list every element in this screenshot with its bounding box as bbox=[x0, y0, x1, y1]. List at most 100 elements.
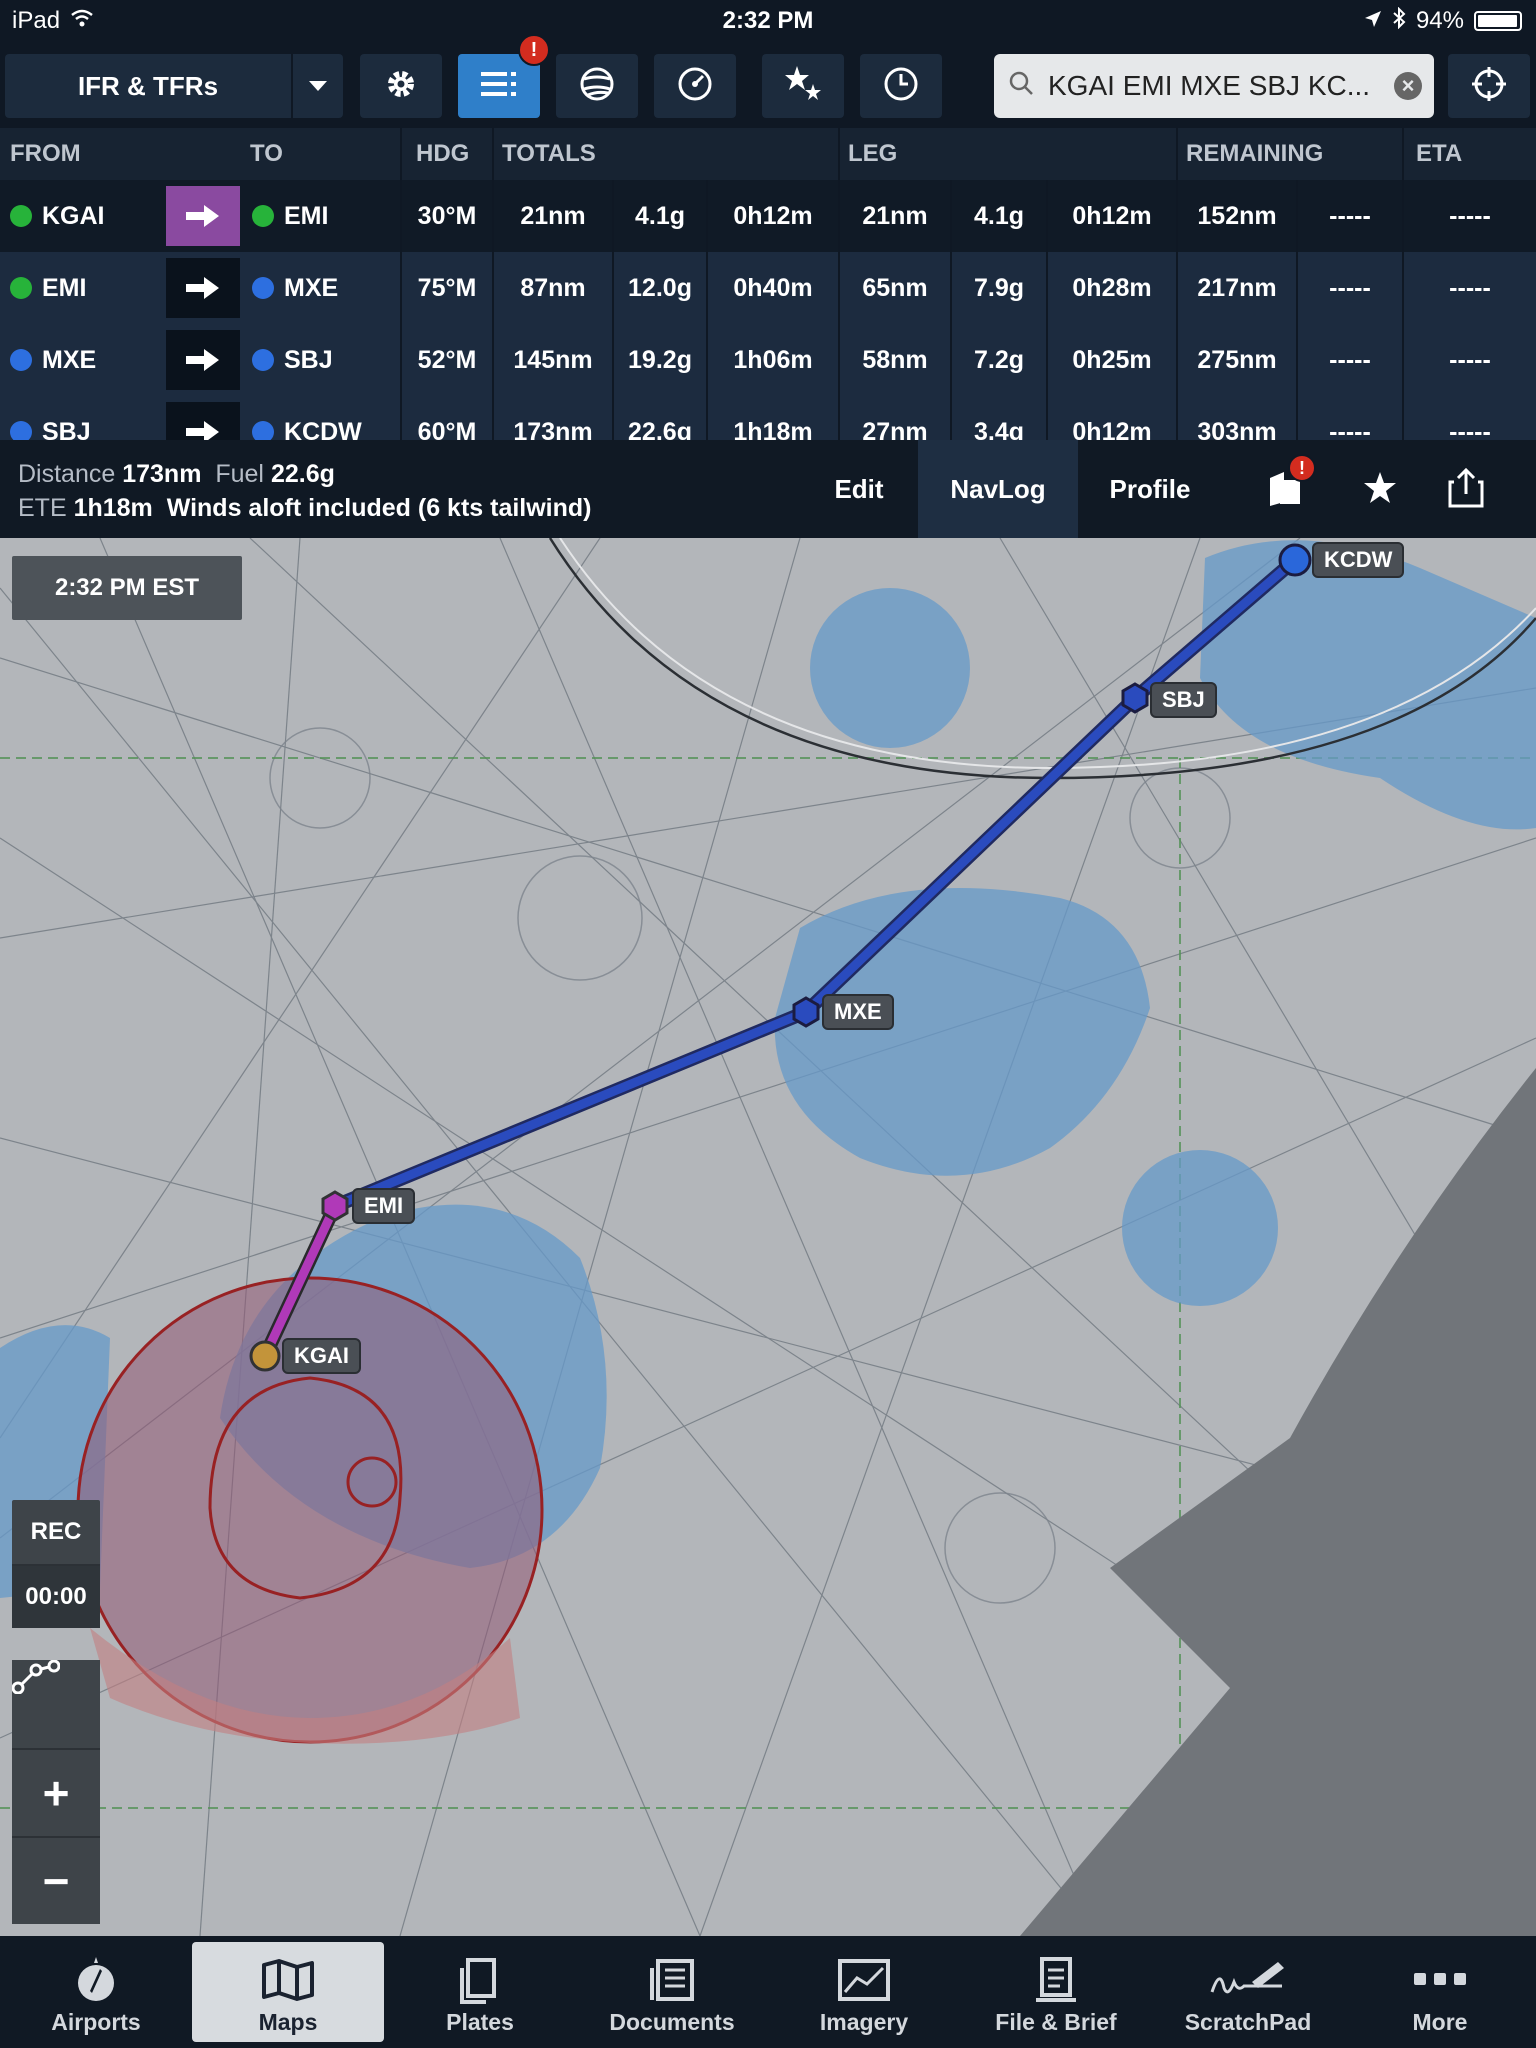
waypoint-status-dot bbox=[252, 349, 274, 371]
arrow-right-icon[interactable] bbox=[166, 186, 240, 246]
leg-to: KCDW bbox=[252, 396, 398, 440]
remaining-fuel: ----- bbox=[1329, 201, 1371, 230]
tab-file-brief-label: File & Brief bbox=[995, 2009, 1117, 2035]
leg-from: KGAI bbox=[10, 180, 160, 252]
total-distance: 145nm bbox=[513, 345, 593, 374]
file-brief-icon bbox=[1032, 1953, 1080, 2007]
tab-more[interactable]: More bbox=[1344, 1942, 1536, 2042]
arrow-right-icon[interactable] bbox=[166, 258, 240, 318]
favorite-route-button[interactable] bbox=[1350, 460, 1410, 520]
navlog-row[interactable]: EMI MXE 75°M 87nm 12.0g 0h40m 65nm 7.9g … bbox=[0, 252, 1536, 324]
route-edit-button[interactable] bbox=[12, 1660, 100, 1748]
crosshair-icon bbox=[1470, 65, 1508, 108]
leg-from: MXE bbox=[10, 324, 160, 396]
leg-distance: 65nm bbox=[862, 273, 928, 302]
stars-icon bbox=[783, 64, 823, 109]
tab-plates[interactable]: Plates bbox=[384, 1942, 576, 2042]
total-fuel: 12.0g bbox=[628, 273, 692, 302]
zoom-in-button[interactable]: + bbox=[12, 1748, 100, 1836]
share-button[interactable] bbox=[1436, 460, 1496, 520]
tab-imagery[interactable]: Imagery bbox=[768, 1942, 960, 2042]
leg-fuel: 7.9g bbox=[973, 273, 1025, 302]
waypoint-kcdw-label[interactable]: KCDW bbox=[1312, 542, 1405, 578]
total-fuel: 19.2g bbox=[628, 345, 692, 374]
tab-airports-label: Airports bbox=[51, 2009, 141, 2035]
tab-file-brief[interactable]: File & Brief bbox=[960, 1942, 1152, 2042]
status-time: 2:32 PM bbox=[722, 7, 814, 34]
tab-scratchpad[interactable]: ScratchPad bbox=[1152, 1942, 1344, 2042]
globe-icon bbox=[578, 65, 616, 108]
leg-from: EMI bbox=[10, 252, 160, 324]
waypoint-status-dot bbox=[10, 349, 32, 371]
map-controls: + − bbox=[12, 1660, 100, 1924]
navlog-row[interactable]: SBJ KCDW 60°M 173nm 22.6g 1h18m 27nm 3.4… bbox=[0, 396, 1536, 440]
total-distance: 87nm bbox=[520, 273, 586, 302]
map-layer-label: IFR & TFRs bbox=[77, 70, 219, 101]
waypoint-kgai-label[interactable]: KGAI bbox=[282, 1338, 361, 1374]
sectional-map[interactable]: KGAI EMI MXE SBJ KCDW 2:32 PM EST REC 00… bbox=[0, 538, 1536, 1936]
route-summary-bar: Distance 173nm Fuel 22.6g ETE 1h18m Wind… bbox=[0, 440, 1536, 538]
flight-plan-button[interactable]: ! bbox=[458, 34, 550, 118]
tab-documents[interactable]: Documents bbox=[576, 1942, 768, 2042]
total-time: 0h40m bbox=[733, 273, 813, 302]
total-time: 0h12m bbox=[733, 201, 813, 230]
battery-percent: 94% bbox=[1415, 7, 1464, 34]
tab-scratchpad-label: ScratchPad bbox=[1184, 2009, 1312, 2035]
eta-value: ----- bbox=[1449, 345, 1491, 374]
location-arrow-icon bbox=[1364, 7, 1382, 35]
navlog-row[interactable]: MXE SBJ 52°M 145nm 19.2g 1h06m 58nm 7.2g… bbox=[0, 324, 1536, 396]
center-location-button[interactable] bbox=[1448, 54, 1530, 118]
fuel-label: Fuel bbox=[215, 460, 264, 488]
instruments-button[interactable] bbox=[654, 54, 736, 118]
edit-button[interactable]: Edit bbox=[812, 440, 906, 538]
route-summary-line1: Distance 173nm Fuel 22.6g bbox=[18, 460, 335, 489]
tab-airports[interactable]: Airports bbox=[0, 1942, 192, 2042]
waypoint-mxe-label[interactable]: MXE bbox=[822, 994, 894, 1030]
waypoint-emi-label[interactable]: EMI bbox=[352, 1188, 416, 1224]
favorites-button[interactable] bbox=[762, 54, 844, 118]
tab-maps[interactable]: Maps bbox=[192, 1942, 384, 2042]
arrow-right-icon[interactable] bbox=[166, 402, 240, 440]
waypoint-status-dot bbox=[10, 421, 32, 440]
waypoint-status-dot bbox=[252, 277, 274, 299]
waypoint-status-dot bbox=[252, 205, 274, 227]
notification-badge: ! bbox=[518, 34, 550, 66]
tab-navlog[interactable]: NavLog bbox=[918, 440, 1078, 538]
map-canvas[interactable] bbox=[0, 538, 1536, 1936]
tab-imagery-label: Imagery bbox=[819, 2009, 909, 2035]
navlog-row[interactable]: KGAI EMI 30°M 21nm 4.1g 0h12m 21nm 4.1g … bbox=[0, 180, 1536, 252]
fuel-value: 22.6g bbox=[270, 460, 335, 488]
arrow-right-icon[interactable] bbox=[166, 330, 240, 390]
clock-icon bbox=[882, 65, 920, 108]
total-distance: 173nm bbox=[513, 417, 593, 441]
gauge-icon bbox=[676, 65, 714, 108]
settings-button[interactable] bbox=[360, 54, 442, 118]
tab-plates-label: Plates bbox=[446, 2009, 514, 2035]
bottom-tab-bar: Airports Maps Plates Documents Imagery F… bbox=[0, 1936, 1536, 2048]
route-search-input[interactable]: KGAI EMI MXE SBJ KC... × bbox=[994, 54, 1434, 118]
navlog-table: FROM TO HDG TOTALS LEG REMAINING ETA KGA… bbox=[0, 128, 1536, 440]
waypoint-status-dot bbox=[10, 205, 32, 227]
imagery-icon bbox=[837, 1953, 891, 2007]
zoom-out-button[interactable]: − bbox=[12, 1836, 100, 1924]
map-layer-selector[interactable]: IFR & TFRs bbox=[5, 54, 343, 118]
procedures-button[interactable]: ! bbox=[1256, 454, 1316, 520]
timer-button[interactable] bbox=[860, 54, 942, 118]
leg-from: SBJ bbox=[10, 396, 160, 440]
airspace-button[interactable] bbox=[556, 54, 638, 118]
track-recorder[interactable]: REC 00:00 bbox=[12, 1500, 100, 1628]
chevron-down-icon[interactable] bbox=[291, 54, 343, 118]
map-time-chip: 2:32 PM EST bbox=[12, 556, 242, 620]
status-bar: iPad 2:32 PM 94% bbox=[0, 0, 1536, 42]
header-to: TO bbox=[250, 140, 283, 167]
distance-value: 173nm bbox=[122, 460, 202, 488]
header-from: FROM bbox=[10, 140, 81, 167]
waypoint-sbj-label[interactable]: SBJ bbox=[1150, 682, 1217, 718]
tab-profile[interactable]: Profile bbox=[1090, 440, 1210, 538]
rec-button[interactable]: REC bbox=[12, 1500, 100, 1564]
plates-icon bbox=[458, 1953, 502, 2007]
clear-search-icon[interactable]: × bbox=[1394, 72, 1422, 100]
leg-heading: 30°M bbox=[417, 201, 477, 230]
route-search-text: KGAI EMI MXE SBJ KC... bbox=[1048, 70, 1371, 101]
leg-to: SBJ bbox=[252, 324, 398, 396]
